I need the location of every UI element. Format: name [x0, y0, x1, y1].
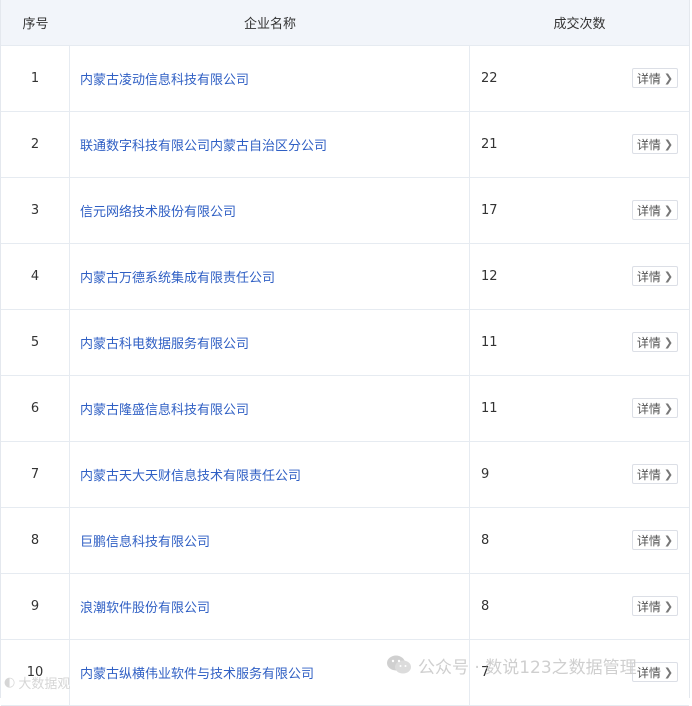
row-index: 9 [1, 574, 70, 639]
weibo-icon: ◐ [4, 675, 16, 690]
row-index: 7 [1, 442, 70, 507]
detail-button[interactable]: 详情 ❯ [632, 200, 678, 220]
deal-count: 8 [481, 533, 490, 548]
deal-count: 9 [481, 467, 490, 482]
row-index: 4 [1, 244, 70, 309]
detail-label: 详情 [636, 665, 661, 680]
detail-button[interactable]: 详情 ❯ [632, 464, 678, 484]
chevron-right-icon: ❯ [663, 467, 674, 481]
row-count-cell: 9 详情 ❯ [470, 442, 689, 507]
detail-label: 详情 [636, 533, 661, 548]
detail-button[interactable]: 详情 ❯ [632, 68, 678, 88]
chevron-right-icon: ❯ [663, 401, 674, 415]
detail-label: 详情 [636, 335, 661, 350]
row-count-cell: 11 详情 ❯ [470, 310, 689, 375]
table-row: 8 巨鹏信息科技有限公司 8 详情 ❯ [1, 508, 689, 574]
chevron-right-icon: ❯ [663, 599, 674, 613]
table-row: 7 内蒙古天大天财信息技术有限责任公司 9 详情 ❯ [1, 442, 689, 508]
chevron-right-icon: ❯ [663, 335, 674, 349]
chevron-right-icon: ❯ [663, 269, 674, 283]
row-index: 3 [1, 178, 70, 243]
table-body: 1 内蒙古凌动信息科技有限公司 22 详情 ❯ 2 联通数字科技有限公司内蒙古自… [1, 46, 689, 706]
deal-count: 11 [481, 335, 498, 350]
deal-count: 21 [481, 137, 498, 152]
company-link[interactable]: 内蒙古凌动信息科技有限公司 [70, 46, 470, 111]
company-link[interactable]: 信元网络技术股份有限公司 [70, 178, 470, 243]
row-index: 5 [1, 310, 70, 375]
header-company: 企业名称 [243, 17, 296, 32]
detail-label: 详情 [636, 599, 661, 614]
company-link[interactable]: 内蒙古天大天财信息技术有限责任公司 [70, 442, 470, 507]
table-row: 1 内蒙古凌动信息科技有限公司 22 详情 ❯ [1, 46, 689, 112]
header-index: 序号 [22, 17, 49, 32]
company-link[interactable]: 浪潮软件股份有限公司 [70, 574, 470, 639]
deal-count: 8 [481, 599, 490, 614]
table-row: 2 联通数字科技有限公司内蒙古自治区分公司 21 详情 ❯ [1, 112, 689, 178]
detail-button[interactable]: 详情 ❯ [632, 662, 678, 682]
company-link[interactable]: 内蒙古隆盛信息科技有限公司 [70, 376, 470, 441]
watermark: 公众号 · 数说123之数据管理 [386, 652, 637, 678]
company-table: 序号 企业名称 成交次数 1 内蒙古凌动信息科技有限公司 22 详情 ❯ 2 联… [0, 0, 690, 706]
table-row: 4 内蒙古万德系统集成有限责任公司 12 详情 ❯ [1, 244, 689, 310]
row-count-cell: 17 详情 ❯ [470, 178, 689, 243]
chevron-right-icon: ❯ [663, 665, 674, 679]
chevron-right-icon: ❯ [663, 203, 674, 217]
company-link[interactable]: 内蒙古万德系统集成有限责任公司 [70, 244, 470, 309]
detail-label: 详情 [636, 71, 661, 86]
chevron-right-icon: ❯ [663, 137, 674, 151]
detail-label: 详情 [636, 401, 661, 416]
chevron-right-icon: ❯ [663, 71, 674, 85]
table-row: 6 内蒙古隆盛信息科技有限公司 11 详情 ❯ [1, 376, 689, 442]
table-header: 序号 企业名称 成交次数 [1, 0, 689, 46]
detail-label: 详情 [636, 203, 661, 218]
row-index: 2 [1, 112, 70, 177]
row-index: 6 [1, 376, 70, 441]
table-row: 9 浪潮软件股份有限公司 8 详情 ❯ [1, 574, 689, 640]
row-count-cell: 21 详情 ❯ [470, 112, 689, 177]
detail-label: 详情 [636, 137, 661, 152]
detail-label: 详情 [636, 269, 661, 284]
chevron-right-icon: ❯ [663, 533, 674, 547]
table-row: 5 内蒙古科电数据服务有限公司 11 详情 ❯ [1, 310, 689, 376]
row-count-cell: 12 详情 ❯ [470, 244, 689, 309]
deal-count: 17 [481, 203, 498, 218]
company-link[interactable]: 联通数字科技有限公司内蒙古自治区分公司 [70, 112, 470, 177]
corner-logo: ◐ 大数据观 [4, 673, 70, 692]
detail-button[interactable]: 详情 ❯ [632, 134, 678, 154]
detail-button[interactable]: 详情 ❯ [632, 332, 678, 352]
row-count-cell: 8 详情 ❯ [470, 508, 689, 573]
detail-label: 详情 [636, 467, 661, 482]
detail-button[interactable]: 详情 ❯ [632, 530, 678, 550]
deal-count: 12 [481, 269, 498, 284]
deal-count: 22 [481, 71, 498, 86]
row-index: 1 [1, 46, 70, 111]
deal-count: 11 [481, 401, 498, 416]
detail-button[interactable]: 详情 ❯ [632, 398, 678, 418]
row-count-cell: 8 详情 ❯ [470, 574, 689, 639]
row-count-cell: 22 详情 ❯ [470, 46, 689, 111]
detail-button[interactable]: 详情 ❯ [632, 596, 678, 616]
table-row: 3 信元网络技术股份有限公司 17 详情 ❯ [1, 178, 689, 244]
detail-button[interactable]: 详情 ❯ [632, 266, 678, 286]
watermark-text: 公众号 · 数说123之数据管理 [418, 657, 637, 678]
row-count-cell: 11 详情 ❯ [470, 376, 689, 441]
company-link[interactable]: 巨鹏信息科技有限公司 [70, 508, 470, 573]
row-index: 8 [1, 508, 70, 573]
wechat-icon [387, 655, 411, 674]
company-link[interactable]: 内蒙古科电数据服务有限公司 [70, 310, 470, 375]
header-count: 成交次数 [553, 17, 606, 32]
corner-logo-text: 大数据观 [18, 677, 71, 692]
